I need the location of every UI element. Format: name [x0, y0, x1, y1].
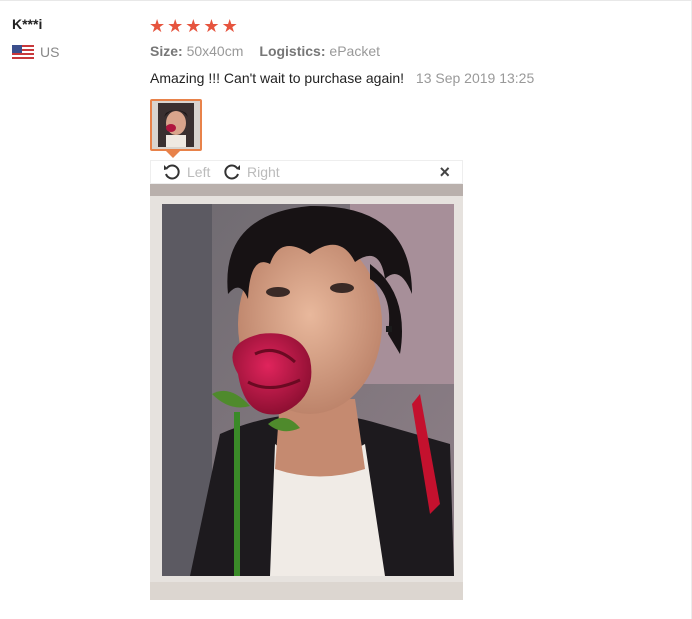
- star-rating: ★ ★ ★ ★ ★: [149, 16, 238, 36]
- rotate-right-label: Right: [247, 164, 280, 180]
- rotate-left-icon: [164, 164, 180, 180]
- star-icon: ★: [185, 16, 202, 36]
- rotate-left-button[interactable]: Left: [163, 163, 210, 181]
- review-photo-thumbnail[interactable]: [150, 99, 202, 151]
- size-value: 50x40cm: [186, 43, 244, 59]
- review-photo-image: [150, 184, 463, 600]
- thumbnail-pointer: [166, 151, 180, 158]
- country-code: US: [40, 44, 60, 60]
- review-text: Amazing !!! Can't wait to purchase again…: [150, 70, 405, 86]
- rotate-right-icon: [224, 164, 240, 180]
- us-flag-icon: [12, 45, 34, 59]
- thumbnail-image: [152, 101, 200, 149]
- reviewer-country: US: [12, 44, 59, 60]
- rotate-right-button[interactable]: Right: [223, 163, 280, 181]
- size-label: Size:: [150, 43, 183, 59]
- star-icon: ★: [221, 16, 238, 36]
- top-divider: [0, 0, 692, 1]
- size-info: Size: 50x40cm: [150, 43, 243, 59]
- star-icon: ★: [203, 16, 220, 36]
- rotate-left-label: Left: [187, 164, 211, 180]
- reviewer-name: K***i: [12, 16, 43, 32]
- star-icon: ★: [167, 16, 184, 36]
- logistics-info: Logistics: ePacket: [259, 43, 380, 59]
- star-icon: ★: [149, 16, 166, 36]
- logistics-value: ePacket: [329, 43, 380, 59]
- review-line: Amazing !!! Can't wait to purchase again…: [150, 70, 534, 86]
- image-viewer: Left Right ×: [150, 160, 463, 600]
- close-icon[interactable]: ×: [439, 162, 450, 183]
- order-meta: Size: 50x40cm Logistics: ePacket: [150, 43, 380, 59]
- review-photo: [150, 184, 463, 600]
- viewer-toolbar: Left Right ×: [150, 160, 463, 184]
- logistics-label: Logistics:: [259, 43, 326, 59]
- review-date: 13 Sep 2019 13:25: [415, 70, 535, 86]
